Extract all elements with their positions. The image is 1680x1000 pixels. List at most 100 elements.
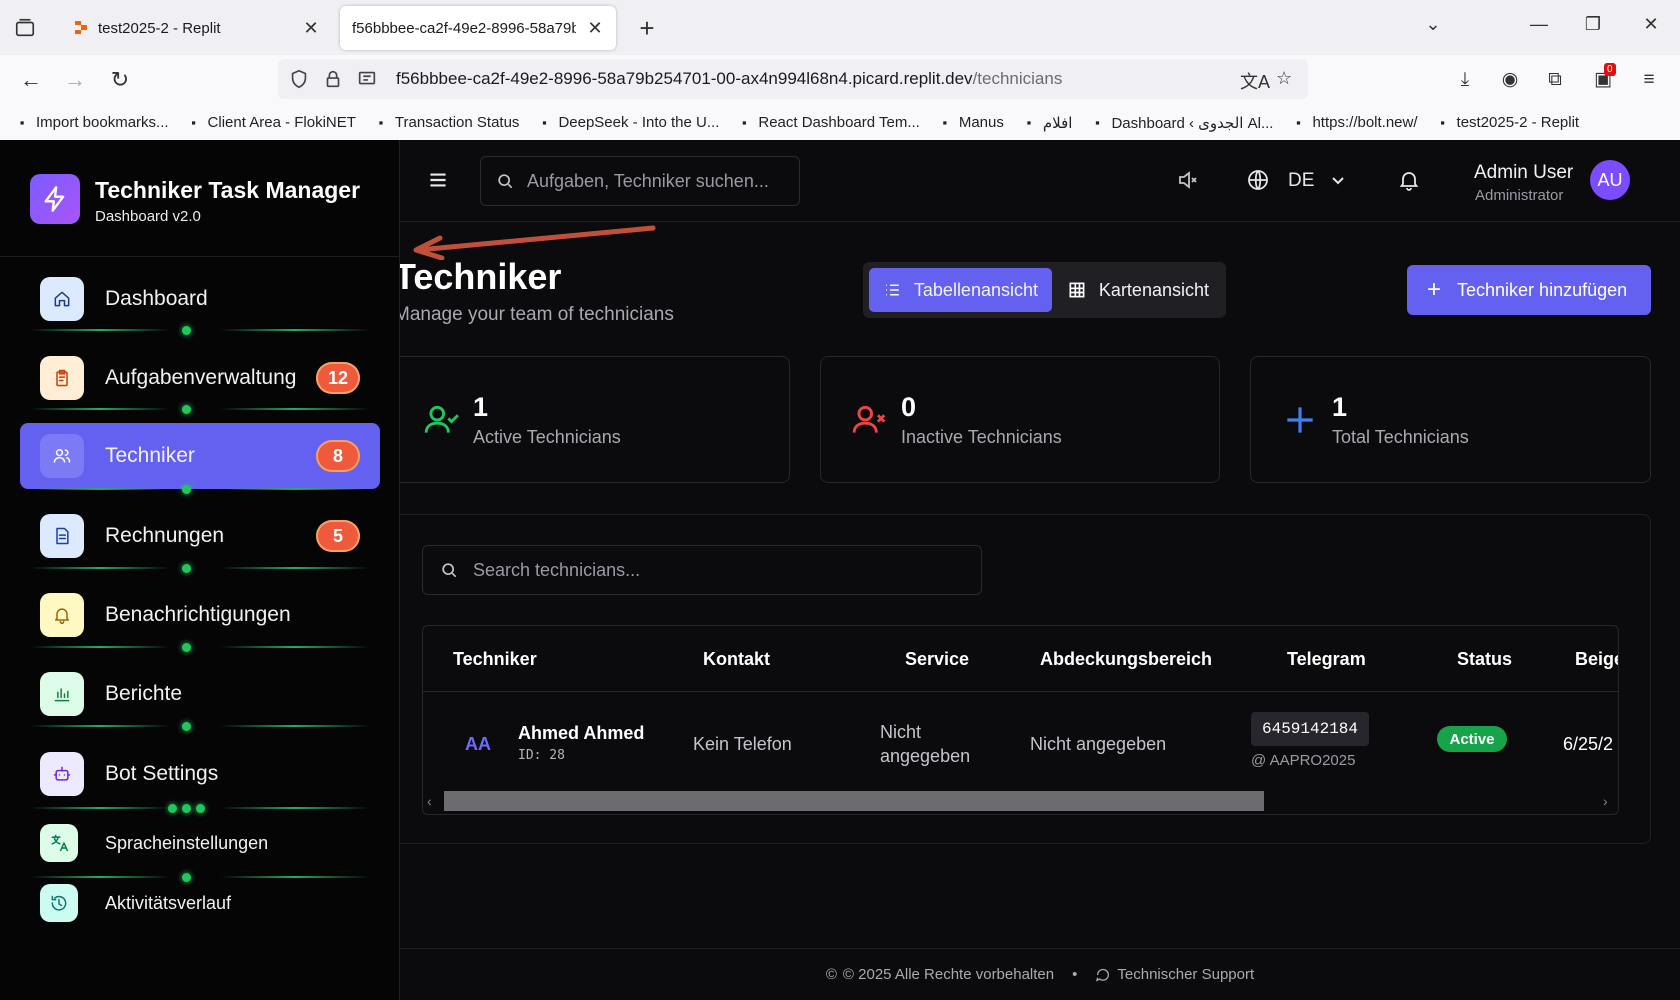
scroll-right-icon[interactable]: ›	[1603, 790, 1608, 812]
forward-button[interactable]: →	[62, 67, 88, 93]
minimize-button[interactable]: —	[1524, 14, 1554, 35]
chevron-down-icon[interactable]	[1326, 168, 1350, 192]
star-icon[interactable]: ☆	[1276, 68, 1292, 89]
bookmark-item[interactable]: ▪ Import bookmarks...	[14, 114, 169, 131]
app-root: Techniker Task Manager Dashboard v2.0 Da…	[0, 140, 1680, 1000]
column-header[interactable]: Service	[905, 649, 969, 670]
contact-cell: Kein Telefon	[693, 734, 792, 754]
bookmark-item[interactable]: ▪ افلام	[1021, 114, 1073, 132]
sidebar-item-benachrichtigungen[interactable]: Benachrichtigungen	[20, 582, 380, 648]
chevron-down-icon[interactable]: ⌄	[1418, 14, 1448, 35]
sidebar-item-techniker[interactable]: Techniker 8	[20, 423, 380, 489]
app-title: Techniker Task Manager	[95, 177, 361, 203]
column-header[interactable]: Telegram	[1287, 649, 1366, 670]
card-view-button[interactable]: Kartenansicht	[1053, 268, 1223, 312]
bookmark-item[interactable]: ▪ test2025-2 - Replit	[1435, 114, 1580, 131]
add-technician-button[interactable]: + Techniker hinzufügen	[1407, 265, 1651, 315]
global-search[interactable]	[480, 156, 800, 206]
global-search-input[interactable]	[527, 170, 777, 192]
bookmark-label: https://bolt.new/	[1312, 114, 1418, 131]
add-technician-label: Techniker hinzufügen	[1457, 279, 1628, 300]
technician-search[interactable]	[422, 545, 982, 595]
globe-icon[interactable]	[1246, 168, 1270, 192]
scroll-thumb[interactable]	[444, 791, 1264, 811]
support-link[interactable]: Technischer Support	[1095, 966, 1254, 983]
column-header[interactable]: Abdeckungsbereich	[1040, 649, 1212, 670]
close-window-button[interactable]: ✕	[1636, 14, 1666, 35]
translate-icon[interactable]: 文A	[1240, 68, 1270, 94]
reload-button[interactable]: ↻	[107, 67, 133, 93]
sidebar-item-spracheinstellungen[interactable]: Spracheinstellungen	[20, 817, 380, 869]
bookmark-label: test2025-2 - Replit	[1456, 114, 1580, 131]
hamburger-menu-icon[interactable]	[425, 167, 451, 193]
close-tab-icon[interactable]: ✕	[586, 18, 604, 39]
download-icon[interactable]: ⤓	[1452, 67, 1478, 93]
user-name: Admin User	[1474, 162, 1574, 183]
list-icon	[886, 284, 899, 296]
technicians-panel: Techniker Kontakt Service Abdeckungsbere…	[400, 514, 1651, 844]
count-badge: 12	[315, 362, 360, 394]
app-menu-icon[interactable]: ≡	[1636, 67, 1662, 93]
browser-tab[interactable]: test2025-2 - Replit ✕	[62, 6, 332, 50]
tab-strip: test2025-2 - Replit ✕ f56bbbee-ca2f-49e2…	[0, 0, 1680, 55]
sidebar-item-bot-settings[interactable]: Bot Settings	[20, 741, 380, 807]
technicians-table: Techniker Kontakt Service Abdeckungsbere…	[422, 625, 1619, 815]
browser-tab-active[interactable]: f56bbbee-ca2f-49e2-8996-58a79b2 ✕	[340, 6, 616, 50]
nav-divider	[30, 563, 370, 573]
bar-chart-icon	[40, 672, 84, 716]
sidebar-item-aufgabenverwaltung[interactable]: Aufgabenverwaltung 12	[20, 345, 380, 411]
user-role: Administrator	[1475, 187, 1564, 204]
lock-icon[interactable]	[322, 68, 344, 90]
technician-name[interactable]: Ahmed Ahmed	[518, 723, 644, 744]
stat-value: 1	[473, 392, 489, 422]
search-icon	[498, 174, 513, 189]
technician-search-input[interactable]	[473, 559, 973, 581]
shield-icon[interactable]	[288, 68, 310, 90]
bookmark-item[interactable]: ▪ Transaction Status	[373, 114, 520, 131]
sidebar-item-label: Techniker	[105, 444, 195, 467]
folder-icon: ▪	[1026, 114, 1032, 130]
sidebar-item-aktivitätsverlauf[interactable]: Aktivitätsverlauf	[20, 877, 380, 929]
bookmark-item[interactable]: ▪ Manus	[937, 114, 1004, 131]
column-header[interactable]: Kontakt	[703, 649, 770, 670]
sidebar-item-rechnungen[interactable]: Rechnungen 5	[20, 503, 380, 569]
horizontal-scrollbar[interactable]: ‹ ›	[423, 790, 1618, 812]
column-header[interactable]: Beige	[1575, 649, 1618, 670]
bookmark-item[interactable]: ▪ React Dashboard Tem...	[736, 114, 920, 131]
scroll-left-icon[interactable]: ‹	[427, 790, 432, 812]
sidebar-item-label: Berichte	[105, 682, 183, 705]
extension-notify-icon[interactable]: ▣ 0	[1590, 63, 1616, 93]
page-info-icon[interactable]	[356, 68, 378, 90]
back-button[interactable]: ←	[18, 67, 44, 93]
url-text[interactable]: f56bbbee-ca2f-49e2-8996-58a79b254701-00-…	[396, 69, 1062, 89]
account-icon[interactable]: ◉	[1497, 67, 1523, 93]
sidebar-item-label: Dashboard	[105, 287, 208, 310]
copyright-icon: ©	[825, 966, 837, 983]
new-tab-button[interactable]: +	[632, 13, 662, 44]
plus-icon	[1287, 407, 1313, 433]
bell-icon[interactable]	[1397, 168, 1421, 192]
restore-button[interactable]: ❐	[1578, 14, 1608, 35]
bookmark-item[interactable]: ▪ https://bolt.new/	[1290, 114, 1417, 131]
mute-icon[interactable]	[1176, 168, 1200, 192]
tab-overview-icon[interactable]	[14, 17, 36, 39]
bookmark-item[interactable]: ▪ Client Area - FlokiNET	[186, 114, 356, 131]
table-view-button[interactable]: Tabellenansicht	[869, 268, 1052, 312]
address-bar[interactable]: f56bbbee-ca2f-49e2-8996-58a79b254701-00-…	[278, 59, 1308, 99]
bookmark-item[interactable]: ▪ DeepSeek - Into the U...	[536, 114, 719, 131]
column-header[interactable]: Techniker	[453, 649, 537, 670]
chat-bubble-icon	[1096, 968, 1110, 982]
users-icon	[40, 434, 84, 478]
extensions-icon[interactable]: ⧉	[1542, 67, 1568, 93]
history-icon	[40, 884, 78, 922]
bolt-icon: ▪	[1296, 114, 1301, 130]
language-select[interactable]: DE	[1288, 170, 1314, 192]
sidebar-item-berichte[interactable]: Berichte	[20, 661, 380, 727]
bookmarks-bar: ▪ Import bookmarks... ▪ Client Area - Floki…	[0, 105, 1680, 140]
close-tab-icon[interactable]: ✕	[302, 18, 320, 39]
avatar[interactable]: AU	[1590, 160, 1630, 200]
tab-title: test2025-2 - Replit	[98, 19, 221, 37]
column-header[interactable]: Status	[1457, 649, 1512, 670]
bookmark-item[interactable]: ▪ Dashboard ‹ الجدوى Al...	[1089, 114, 1273, 132]
sidebar-item-dashboard[interactable]: Dashboard	[20, 266, 380, 332]
